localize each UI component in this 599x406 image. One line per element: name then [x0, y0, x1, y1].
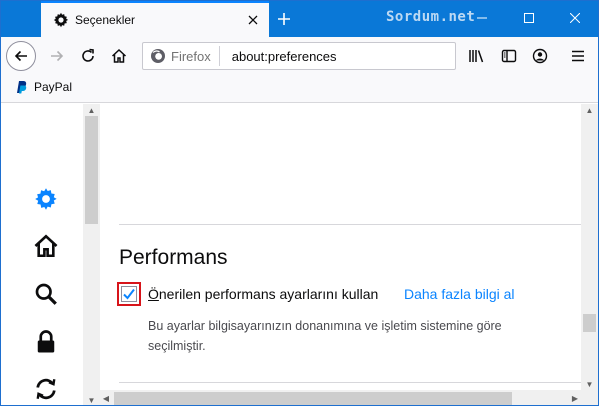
section-divider [119, 382, 581, 383]
forward-button[interactable] [43, 42, 71, 70]
home-button[interactable] [105, 42, 133, 70]
url-bar[interactable]: Firefox about:preferences [142, 42, 456, 70]
minimize-icon [477, 17, 487, 19]
plus-icon [278, 13, 290, 25]
recommended-performance-label[interactable]: Önerilen performans ayarlarını kullan [148, 286, 378, 302]
lock-icon [37, 330, 55, 353]
arrow-right-icon [51, 50, 64, 62]
tab-preferences[interactable]: Seçenekler [41, 1, 269, 37]
scroll-down-arrow[interactable]: ▼ [83, 394, 100, 405]
scrollbar-thumb[interactable] [85, 116, 98, 224]
paypal-icon [17, 81, 27, 94]
category-privacy[interactable] [31, 327, 61, 357]
sync-icon [36, 378, 56, 400]
close-icon [570, 13, 580, 23]
label-accesskey: Ö [148, 286, 159, 302]
back-button[interactable] [6, 41, 36, 71]
bookmark-label: PayPal [34, 80, 73, 94]
url-text[interactable]: about:preferences [232, 49, 337, 64]
account-icon [532, 48, 548, 64]
sidebar-toggle-button[interactable] [495, 42, 523, 70]
preferences-content: ▲ ▼ Performans Önerilen performans ayarl… [1, 104, 598, 405]
gear-icon [53, 12, 69, 28]
label-rest: nerilen performans ayarlarını kullan [158, 286, 379, 302]
maximize-icon [524, 13, 534, 23]
scroll-right-arrow[interactable]: ▶ [569, 390, 581, 405]
bookmark-paypal[interactable]: PayPal [14, 80, 72, 94]
home-icon [34, 234, 58, 258]
gear-icon [35, 188, 57, 210]
firefox-icon [151, 49, 165, 63]
sidebar-icon [501, 49, 517, 63]
scroll-up-arrow[interactable]: ▲ [83, 104, 100, 116]
section-divider [119, 224, 581, 225]
category-search[interactable] [31, 279, 61, 309]
sidebar-scrollbar[interactable]: ▲ ▼ [83, 104, 100, 405]
library-button[interactable] [463, 42, 491, 70]
home-icon [111, 48, 127, 63]
account-button[interactable] [526, 42, 554, 70]
identity-label: Firefox [171, 48, 211, 64]
performance-description: Bu ayarlar bilgisayarınızın donanımına v… [148, 319, 502, 353]
reload-icon [82, 48, 94, 62]
close-tab-icon[interactable] [243, 10, 263, 30]
bookmarks-toolbar: PayPal [1, 75, 598, 103]
checkmark-icon [123, 288, 135, 300]
library-icon [469, 50, 484, 63]
reload-button[interactable] [74, 42, 102, 70]
hamburger-menu-icon [572, 50, 584, 62]
menu-button[interactable] [564, 42, 592, 70]
minimize-button[interactable] [460, 1, 504, 35]
scrollbar-thumb[interactable] [114, 392, 512, 405]
maximize-button[interactable] [507, 1, 551, 35]
new-tab-button[interactable] [271, 7, 297, 31]
identity-box[interactable]: Firefox [143, 46, 220, 66]
scrollbar-thumb[interactable] [583, 314, 596, 332]
search-icon [35, 283, 57, 305]
performance-heading: Performans [119, 246, 228, 269]
highlight-frame [117, 282, 141, 306]
category-sync[interactable] [31, 374, 61, 404]
browser-window: Seçenekler Sordum.net Firefox about:pref… [0, 0, 599, 406]
category-general[interactable] [31, 184, 61, 214]
arrow-left-icon [14, 50, 27, 62]
recommended-performance-checkbox[interactable] [121, 286, 137, 302]
navigation-toolbar: Firefox about:preferences [1, 37, 598, 75]
horizontal-scrollbar[interactable]: ◀ ▶ [100, 390, 581, 405]
category-home[interactable] [31, 231, 61, 261]
tab-strip: Seçenekler Sordum.net [1, 1, 598, 37]
learn-more-link[interactable]: Daha fazla bilgi al [404, 286, 515, 302]
scroll-left-arrow[interactable]: ◀ [100, 390, 112, 405]
scroll-down-arrow[interactable]: ▼ [581, 378, 598, 390]
tab-title: Seçenekler [75, 13, 136, 27]
content-scrollbar[interactable]: ▲ ▼ [581, 104, 598, 390]
close-window-button[interactable] [553, 1, 597, 35]
scrollbar-corner [581, 390, 598, 405]
scroll-up-arrow[interactable]: ▲ [581, 104, 598, 116]
